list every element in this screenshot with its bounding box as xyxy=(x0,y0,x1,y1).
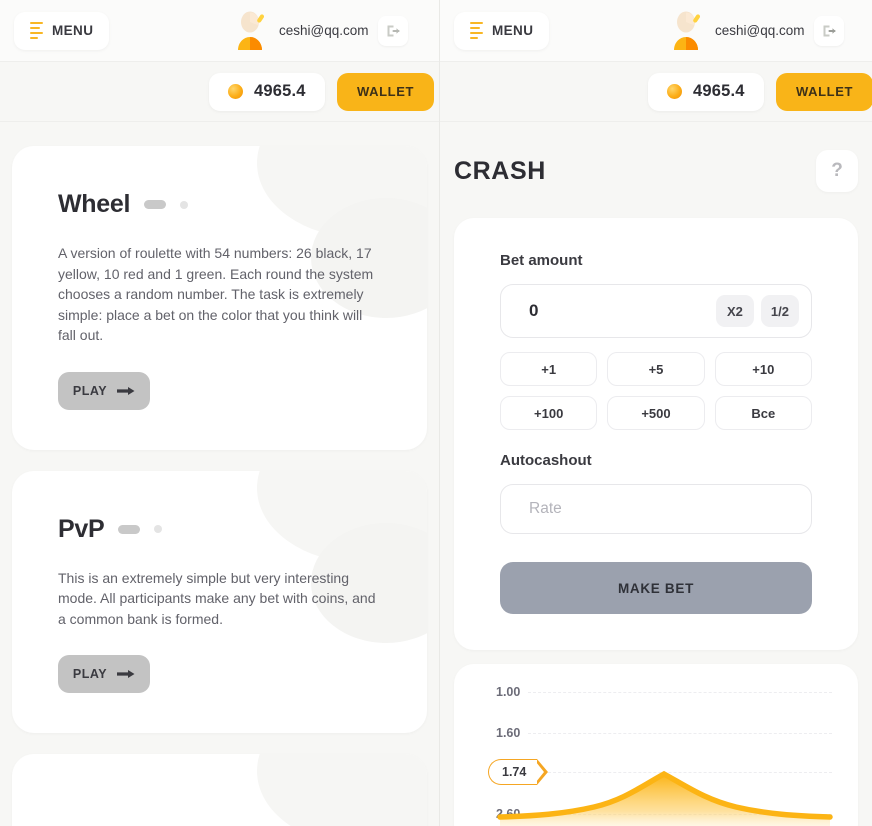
balance-chip[interactable]: 4965.4 xyxy=(209,72,325,111)
user-avatar-icon xyxy=(232,11,270,51)
game-card-wheel[interactable]: Wheel A version of roulette with 54 numb… xyxy=(12,146,427,450)
coin-icon xyxy=(228,84,243,99)
game-card-header: Wheel xyxy=(58,190,381,219)
quick-bet-1[interactable]: +1 xyxy=(500,352,598,386)
play-button-label: PLAY xyxy=(72,383,108,398)
game-description: This is an extremely simple but very int… xyxy=(58,569,376,627)
bet-panel: Bet amount 0 X2 1/2 +1 +5 +10 +100 +500 … xyxy=(454,218,858,650)
autocashout-label: Autocashout xyxy=(500,452,592,469)
balance-amount: 4965.4 xyxy=(693,82,745,100)
chart-marker-value: 1.74 xyxy=(488,759,538,785)
logout-button[interactable] xyxy=(813,15,844,46)
quick-bet-all[interactable]: Все xyxy=(714,396,812,430)
user-zone: ceshi@qq.com xyxy=(668,11,844,51)
wallet-button[interactable]: WALLET xyxy=(776,72,872,111)
question-mark-icon: ? xyxy=(831,160,843,181)
decorative-blob xyxy=(257,754,427,826)
make-bet-label: MAKE BET xyxy=(617,580,695,596)
placeholder-pill xyxy=(144,200,167,209)
menu-button-label: MENU xyxy=(492,23,534,38)
left-balance-row: 4965.4 WALLET xyxy=(0,62,439,122)
game-card-pvp[interactable]: PvP This is an extremely simple but very… xyxy=(12,470,427,733)
help-button[interactable]: ? xyxy=(816,150,858,192)
hamburger-icon xyxy=(30,21,43,40)
menu-button-right[interactable]: MENU xyxy=(454,11,550,50)
autocashout-rate-input[interactable]: Rate xyxy=(500,484,812,534)
wallet-button-label: WALLET xyxy=(357,84,415,99)
right-panel: MENU ceshi@qq.com 4965.4 WALLET CRASH ? … xyxy=(440,0,872,826)
quick-bet-10[interactable]: +10 xyxy=(714,352,812,386)
logout-button[interactable] xyxy=(377,15,408,46)
left-topbar: MENU ceshi@qq.com xyxy=(0,0,439,62)
halve-bet-button[interactable]: 1/2 xyxy=(760,295,799,327)
chart-marker-tip xyxy=(536,759,549,785)
wallet-button[interactable]: WALLET xyxy=(337,72,435,111)
arrow-right-icon xyxy=(117,670,135,678)
bet-amount-label: Bet amount xyxy=(500,252,583,269)
game-card-next[interactable] xyxy=(12,754,427,826)
play-button-wheel[interactable]: PLAY xyxy=(58,371,150,410)
placeholder-pill xyxy=(118,524,141,534)
play-button-pvp[interactable]: PLAY xyxy=(58,655,150,693)
game-title: Wheel xyxy=(58,190,131,218)
page-title: CRASH xyxy=(454,156,546,185)
bet-amount-value: 0 xyxy=(529,301,539,320)
play-button-label: PLAY xyxy=(72,667,108,681)
quick-bet-5[interactable]: +5 xyxy=(607,352,705,386)
user-email: ceshi@qq.com xyxy=(279,23,369,38)
menu-button[interactable]: MENU xyxy=(14,11,110,50)
chart-marker-badge: 1.74 xyxy=(488,759,549,785)
user-avatar-icon xyxy=(668,11,706,51)
logout-arrow-icon xyxy=(823,25,836,36)
placeholder-dot xyxy=(180,200,189,209)
multiply-bet-button[interactable]: X2 xyxy=(715,295,754,327)
logout-arrow-icon xyxy=(387,25,400,36)
right-topbar: MENU ceshi@qq.com xyxy=(440,0,872,62)
balance-amount: 4965.4 xyxy=(254,82,306,100)
arrow-right-icon xyxy=(117,386,135,395)
bet-amount-input[interactable]: 0 X2 1/2 xyxy=(500,284,812,338)
menu-button-label: MENU xyxy=(52,23,94,38)
game-card-list: Wheel A version of roulette with 54 numb… xyxy=(0,146,439,826)
game-description: A version of roulette with 54 numbers: 2… xyxy=(58,245,374,343)
wallet-button-label: WALLET xyxy=(796,84,854,99)
quick-bet-grid: +1 +5 +10 +100 +500 Все xyxy=(500,352,812,430)
crash-header: CRASH ? xyxy=(440,122,872,192)
chart-curve xyxy=(497,770,833,826)
coin-icon xyxy=(667,84,682,99)
user-zone: ceshi@qq.com xyxy=(232,11,408,51)
quick-bet-500[interactable]: +500 xyxy=(607,396,705,430)
quick-bet-100[interactable]: +100 xyxy=(500,396,598,430)
right-balance-row: 4965.4 WALLET xyxy=(440,62,872,122)
app-screen: MENU ceshi@qq.com 4965.4 WALLET Wheel A … xyxy=(0,0,872,826)
left-panel: MENU ceshi@qq.com 4965.4 WALLET Wheel A … xyxy=(0,0,440,826)
crash-chart: 1.00 1.60 2.60 1.74 xyxy=(454,664,858,826)
game-card-header: PvP xyxy=(58,515,381,544)
balance-chip[interactable]: 4965.4 xyxy=(648,72,764,111)
make-bet-button[interactable]: MAKE BET xyxy=(500,562,812,614)
hamburger-icon xyxy=(470,21,483,40)
game-title: PvP xyxy=(58,514,105,543)
user-email: ceshi@qq.com xyxy=(715,23,805,38)
placeholder-dot xyxy=(154,525,163,533)
